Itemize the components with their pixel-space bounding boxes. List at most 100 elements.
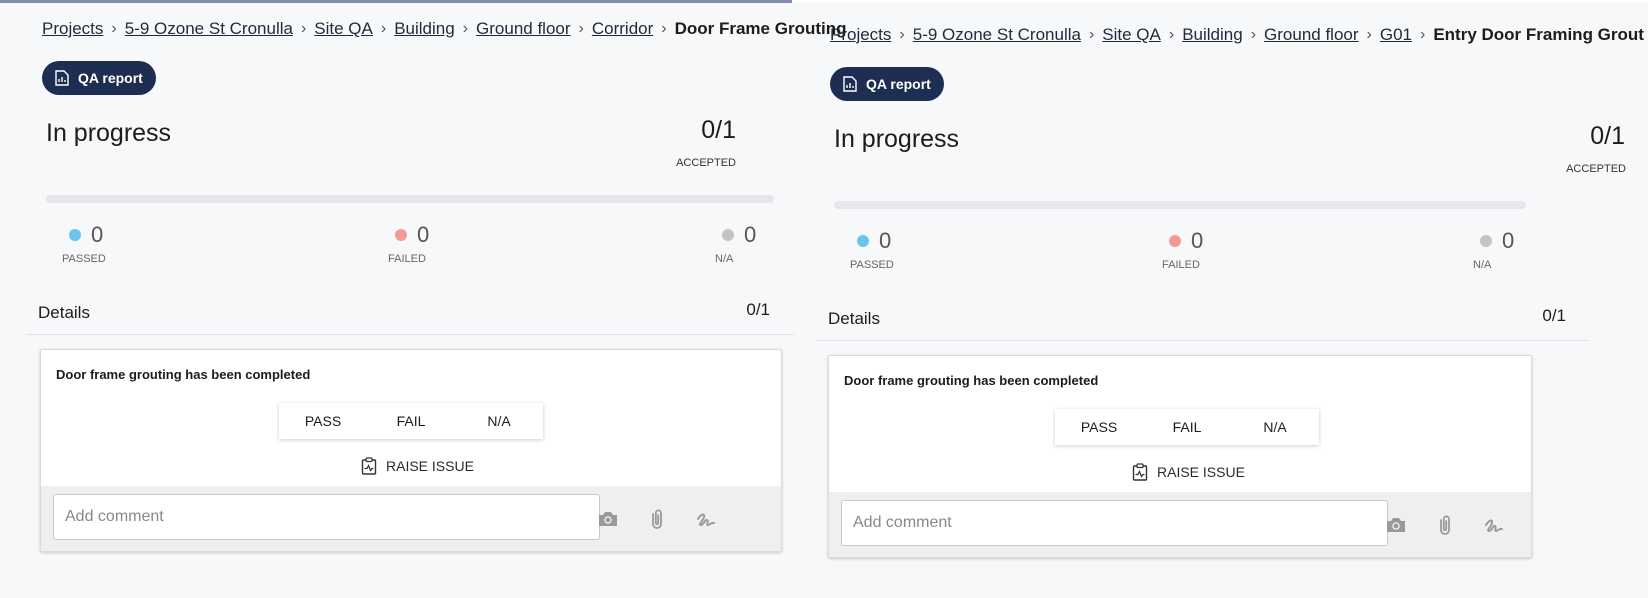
document-chart-icon — [843, 76, 857, 92]
na-button[interactable]: N/A — [455, 403, 543, 439]
breadcrumb-link-project[interactable]: 5-9 Ozone St Cronulla — [913, 25, 1081, 45]
breadcrumb-separator-icon: › — [300, 20, 307, 37]
raise-issue-label: RAISE ISSUE — [1157, 464, 1245, 480]
na-label: N/A — [715, 253, 734, 265]
pass-button[interactable]: PASS — [279, 403, 367, 439]
camera-button[interactable] — [1383, 512, 1409, 538]
signature-icon — [1485, 519, 1503, 533]
fail-button[interactable]: FAIL — [1143, 409, 1231, 445]
breadcrumb-link-location[interactable]: Corridor — [592, 19, 653, 39]
breadcrumb-link-floor[interactable]: Ground floor — [476, 19, 571, 39]
qa-item-panel-right: Projects › 5-9 Ozone St Cronulla › Site … — [816, 6, 1648, 598]
raise-issue-button[interactable]: RAISE ISSUE — [1132, 463, 1245, 481]
accepted-count: 0/1 — [701, 116, 736, 144]
comment-input[interactable]: Add comment — [53, 494, 600, 540]
breadcrumb-current: Door Frame Grouting — [674, 19, 847, 38]
breadcrumb-separator-icon: › — [1088, 26, 1095, 43]
paperclip-icon — [652, 509, 662, 529]
details-title: Details — [828, 309, 880, 328]
passed-dot-icon — [69, 229, 81, 241]
breadcrumb-link-projects[interactable]: Projects — [830, 25, 891, 45]
breadcrumb-separator-icon: › — [1366, 26, 1372, 43]
na-count: 0 — [1502, 228, 1515, 253]
camera-icon — [1387, 518, 1405, 532]
checklist-item-card: Door frame grouting has been completed P… — [828, 355, 1532, 558]
details-count: 0/1 — [1542, 306, 1566, 325]
qa-report-button[interactable]: QA report — [42, 61, 156, 95]
qa-report-label: QA report — [866, 76, 931, 92]
details-section-header[interactable]: Details 0/1 — [816, 296, 1590, 341]
result-choice-group: PASS FAIL N/A — [279, 403, 543, 439]
breadcrumb-link-floor[interactable]: Ground floor — [1264, 25, 1359, 45]
na-dot-icon — [1480, 235, 1492, 247]
breadcrumb-link-site-qa[interactable]: Site QA — [314, 19, 373, 39]
raise-issue-label: RAISE ISSUE — [386, 458, 474, 474]
failed-dot-icon — [395, 229, 407, 241]
checklist-item-question: Door frame grouting has been completed — [56, 367, 311, 382]
inspection-status: In progress — [46, 119, 172, 147]
passed-count: 0 — [91, 222, 104, 247]
passed-count: 0 — [879, 228, 892, 253]
accepted-count: 0/1 — [1590, 122, 1625, 150]
breadcrumb-separator-icon: › — [1420, 26, 1426, 43]
checklist-item-card: Door frame grouting has been completed P… — [40, 349, 782, 552]
breadcrumb-link-building[interactable]: Building — [1182, 25, 1243, 45]
accepted-label: ACCEPTED — [1566, 163, 1626, 175]
breadcrumb-separator-icon: › — [578, 20, 584, 37]
document-chart-icon — [55, 70, 69, 86]
comment-input[interactable]: Add comment — [841, 500, 1388, 546]
breadcrumb: Projects › 5-9 Ozone St Cronulla › Site … — [42, 19, 847, 39]
attach-button[interactable] — [644, 506, 670, 532]
details-count: 0/1 — [746, 300, 770, 319]
passed-label: PASSED — [62, 253, 106, 265]
result-choice-group: PASS FAIL N/A — [1055, 409, 1319, 445]
comment-toolbar: Add comment — [41, 486, 781, 551]
breadcrumb-separator-icon: › — [661, 20, 667, 37]
qa-item-panel-left: Projects › 5-9 Ozone St Cronulla › Site … — [0, 0, 847, 592]
pass-button[interactable]: PASS — [1055, 409, 1143, 445]
signature-button[interactable] — [1481, 512, 1507, 538]
passed-dot-icon — [857, 235, 869, 247]
na-button[interactable]: N/A — [1231, 409, 1319, 445]
failed-dot-icon — [1169, 235, 1181, 247]
breadcrumb-link-location[interactable]: G01 — [1380, 25, 1412, 45]
breadcrumb-separator-icon: › — [111, 20, 117, 37]
accepted-label: ACCEPTED — [676, 157, 736, 169]
na-dot-icon — [722, 229, 734, 241]
paperclip-icon — [1440, 515, 1450, 535]
breadcrumb-link-site-qa[interactable]: Site QA — [1102, 25, 1161, 45]
failed-count: 0 — [1191, 228, 1204, 253]
clipboard-issue-icon — [361, 457, 377, 475]
qa-report-label: QA report — [78, 70, 143, 86]
camera-button[interactable] — [595, 506, 621, 532]
progress-bar — [834, 201, 1526, 209]
breadcrumb: Projects › 5-9 Ozone St Cronulla › Site … — [830, 25, 1644, 45]
breadcrumb-separator-icon: › — [1168, 26, 1175, 43]
breadcrumb-separator-icon: › — [1250, 26, 1257, 43]
breadcrumb-separator-icon: › — [899, 26, 905, 43]
na-count: 0 — [744, 222, 757, 247]
breadcrumb-link-project[interactable]: 5-9 Ozone St Cronulla — [125, 19, 293, 39]
failed-label: FAILED — [388, 253, 426, 265]
comment-toolbar: Add comment — [829, 492, 1531, 557]
failed-label: FAILED — [1162, 259, 1200, 271]
breadcrumb-link-building[interactable]: Building — [394, 19, 455, 39]
progress-bar — [46, 195, 774, 203]
breadcrumb-separator-icon: › — [380, 20, 387, 37]
signature-icon — [697, 513, 715, 527]
fail-button[interactable]: FAIL — [367, 403, 455, 439]
checklist-item-question: Door frame grouting has been completed — [844, 373, 1099, 388]
signature-button[interactable] — [693, 506, 719, 532]
breadcrumb-separator-icon: › — [462, 20, 469, 37]
qa-report-button[interactable]: QA report — [830, 67, 944, 101]
raise-issue-button[interactable]: RAISE ISSUE — [361, 457, 474, 475]
details-title: Details — [38, 303, 90, 322]
camera-icon — [599, 512, 617, 526]
attach-button[interactable] — [1432, 512, 1458, 538]
passed-label: PASSED — [850, 259, 894, 271]
na-label: N/A — [1473, 259, 1492, 271]
failed-count: 0 — [417, 222, 430, 247]
breadcrumb-link-projects[interactable]: Projects — [42, 19, 103, 39]
inspection-status: In progress — [834, 125, 960, 153]
details-section-header[interactable]: Details 0/1 — [26, 290, 794, 335]
